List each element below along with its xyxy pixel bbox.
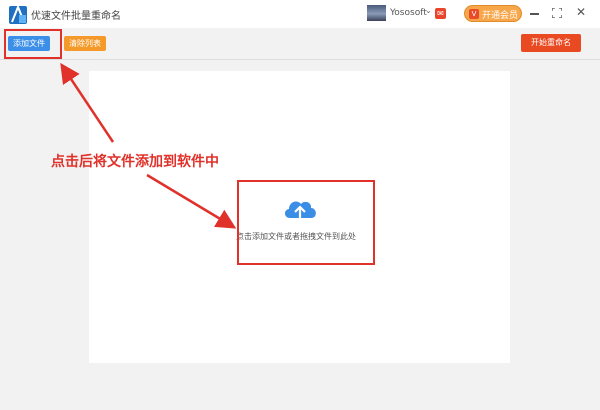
arrow-to-drop-area <box>146 173 237 229</box>
arrow-to-add-button <box>60 62 115 143</box>
annotation-arrows <box>60 62 237 229</box>
